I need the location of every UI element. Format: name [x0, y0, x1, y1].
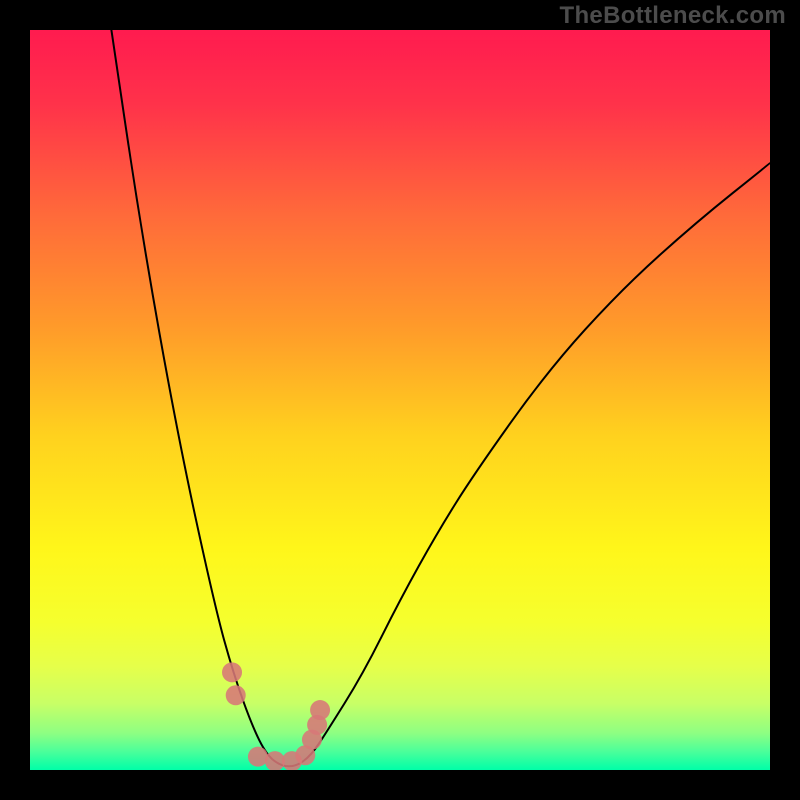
watermark-text: TheBottleneck.com	[560, 2, 786, 30]
bottleneck-curve	[111, 30, 770, 766]
plot-area	[30, 30, 770, 770]
marker-point	[222, 662, 242, 682]
marker-point	[226, 685, 246, 705]
curve-layer	[30, 30, 770, 770]
chart-container: TheBottleneck.com	[0, 0, 800, 800]
marker-point	[248, 747, 268, 767]
marker-group	[222, 662, 330, 770]
marker-point	[310, 700, 330, 720]
